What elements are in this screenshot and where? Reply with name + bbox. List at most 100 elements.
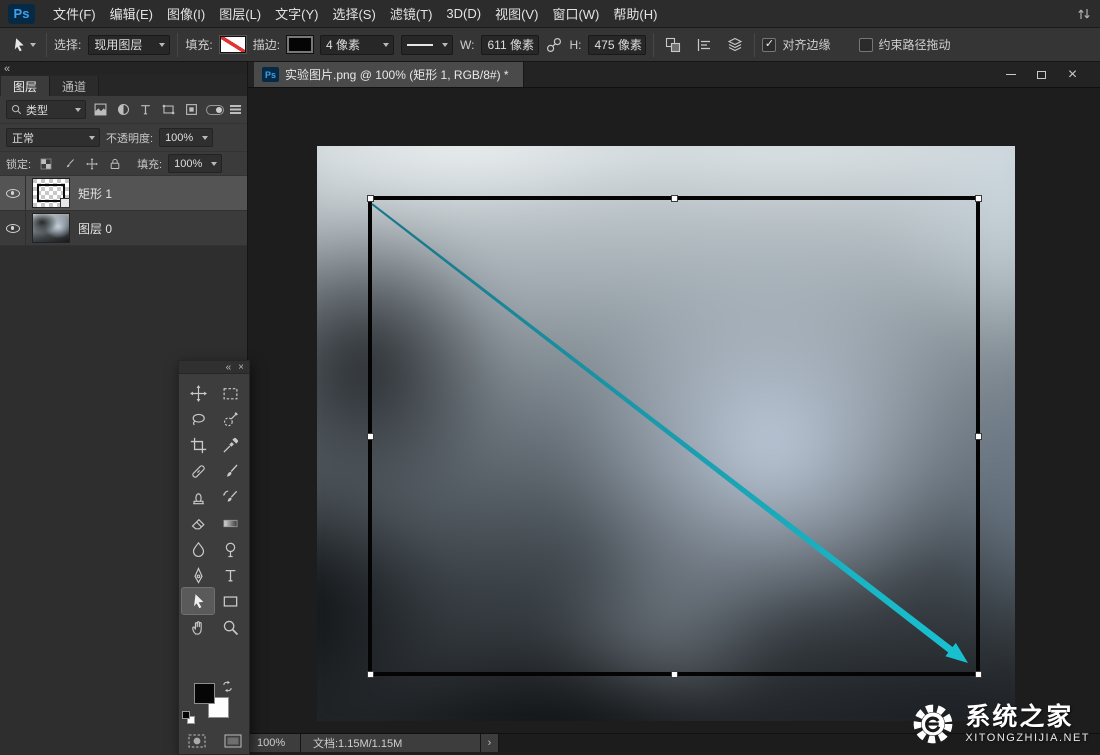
filter-shape-layers-icon[interactable] bbox=[160, 101, 177, 118]
lock-position-icon[interactable] bbox=[83, 155, 100, 172]
clone-stamp-tool[interactable] bbox=[182, 484, 214, 510]
constrain-path-checkbox[interactable] bbox=[859, 38, 873, 52]
up-down-arrows-icon[interactable] bbox=[1076, 7, 1092, 21]
hand-tool[interactable] bbox=[182, 614, 214, 640]
filter-type-layers-icon[interactable] bbox=[137, 101, 154, 118]
default-colors-icon[interactable] bbox=[182, 711, 195, 724]
stroke-color-swatch[interactable] bbox=[287, 36, 313, 53]
menu-type[interactable]: 文字(Y) bbox=[275, 4, 318, 23]
history-brush-tool[interactable] bbox=[214, 484, 246, 510]
dodge-tool[interactable] bbox=[214, 536, 246, 562]
align-edges-option[interactable]: ✓ 对齐边缘 bbox=[762, 36, 830, 53]
panel-menu-icon[interactable] bbox=[230, 105, 241, 107]
maximize-button[interactable] bbox=[1026, 64, 1057, 85]
select-mode-dropdown[interactable]: 现用图层 bbox=[88, 35, 170, 55]
gradient-tool[interactable] bbox=[214, 510, 246, 536]
pen-tool[interactable] bbox=[182, 562, 214, 588]
menu-layer[interactable]: 图层(L) bbox=[219, 4, 261, 23]
blend-mode-dropdown[interactable]: 正常 bbox=[6, 128, 100, 147]
menu-filter[interactable]: 滤镜(T) bbox=[390, 4, 433, 23]
menu-3d[interactable]: 3D(D) bbox=[446, 6, 481, 21]
transform-handle[interactable] bbox=[367, 433, 374, 440]
width-label: W: bbox=[460, 38, 474, 52]
crop-tool[interactable] bbox=[182, 432, 214, 458]
rectangle-tool[interactable] bbox=[214, 588, 246, 614]
lasso-tool[interactable] bbox=[182, 406, 214, 432]
menu-edit[interactable]: 编辑(E) bbox=[110, 4, 153, 23]
transform-handle[interactable] bbox=[671, 195, 678, 202]
close-panel-icon[interactable]: × bbox=[238, 363, 244, 372]
constrain-path-option[interactable]: 约束路径拖动 bbox=[859, 36, 951, 53]
fill-color-swatch[interactable] bbox=[220, 36, 246, 53]
fill-opacity-dropdown[interactable]: 100% bbox=[168, 154, 222, 173]
document-tab[interactable]: Ps 实验图片.png @ 100% (矩形 1, RGB/8#) * bbox=[254, 62, 524, 87]
transform-handle[interactable] bbox=[367, 671, 374, 678]
lock-transparent-pixels-icon[interactable] bbox=[37, 155, 54, 172]
path-selection-tool[interactable] bbox=[182, 588, 214, 614]
minimize-button[interactable] bbox=[995, 64, 1026, 85]
quick-mask-button[interactable] bbox=[185, 732, 209, 750]
visibility-toggle[interactable] bbox=[0, 176, 26, 210]
transform-handle[interactable] bbox=[671, 671, 678, 678]
collapse-panels-icon[interactable]: « bbox=[4, 64, 10, 74]
filter-adjustment-layers-icon[interactable] bbox=[115, 101, 132, 118]
visibility-toggle[interactable] bbox=[0, 211, 26, 245]
canvas[interactable] bbox=[317, 146, 1015, 721]
stroke-style-dropdown[interactable] bbox=[401, 35, 453, 55]
close-button[interactable]: × bbox=[1057, 64, 1088, 85]
menu-window[interactable]: 窗口(W) bbox=[552, 4, 599, 23]
menu-help[interactable]: 帮助(H) bbox=[613, 4, 657, 23]
shape-width-input[interactable]: 611 像素 bbox=[481, 35, 539, 55]
align-edges-checkbox[interactable]: ✓ bbox=[762, 38, 776, 52]
eraser-tool[interactable] bbox=[182, 510, 214, 536]
layer-thumbnail[interactable] bbox=[32, 213, 70, 243]
filter-toggle-switch[interactable] bbox=[206, 105, 224, 115]
collapse-panel-icon[interactable]: « bbox=[226, 363, 232, 372]
filter-smart-objects-icon[interactable] bbox=[183, 101, 200, 118]
spot-healing-brush-tool[interactable] bbox=[182, 458, 214, 484]
swap-colors-icon[interactable] bbox=[221, 680, 234, 693]
menu-image[interactable]: 图像(I) bbox=[167, 4, 205, 23]
link-dimensions-icon[interactable] bbox=[546, 37, 562, 53]
quick-selection-tool[interactable] bbox=[214, 406, 246, 432]
path-alignment-button[interactable] bbox=[692, 34, 716, 56]
transform-handle[interactable] bbox=[367, 195, 374, 202]
foreground-color-swatch[interactable] bbox=[194, 683, 215, 704]
type-tool[interactable] bbox=[214, 562, 246, 588]
shape-height-input[interactable]: 475 像素 bbox=[588, 35, 646, 55]
menu-view[interactable]: 视图(V) bbox=[495, 4, 538, 23]
layer-row-rectangle-1[interactable]: 矩形 1 bbox=[0, 176, 247, 211]
rectangle-shape[interactable] bbox=[368, 196, 980, 676]
layer-row-layer-0[interactable]: 图层 0 bbox=[0, 211, 247, 246]
menu-file[interactable]: 文件(F) bbox=[53, 4, 96, 23]
eyedropper-tool[interactable] bbox=[214, 432, 246, 458]
transform-handle[interactable] bbox=[975, 433, 982, 440]
blur-tool[interactable] bbox=[182, 536, 214, 562]
layer-name[interactable]: 图层 0 bbox=[78, 220, 112, 237]
canvas-area[interactable] bbox=[248, 88, 1100, 732]
lock-all-icon[interactable] bbox=[106, 155, 123, 172]
current-tool-button[interactable] bbox=[8, 35, 39, 55]
move-tool[interactable] bbox=[182, 380, 214, 406]
lock-image-pixels-icon[interactable] bbox=[60, 155, 77, 172]
height-label: H: bbox=[569, 38, 581, 52]
tab-layers[interactable]: 图层 bbox=[1, 76, 50, 96]
status-options-arrow[interactable]: › bbox=[481, 734, 499, 752]
path-arrangement-button[interactable] bbox=[723, 34, 747, 56]
menu-select[interactable]: 选择(S) bbox=[332, 4, 375, 23]
transform-handle[interactable] bbox=[975, 195, 982, 202]
layer-thumbnail[interactable] bbox=[32, 178, 70, 208]
path-operations-button[interactable] bbox=[661, 34, 685, 56]
rectangular-marquee-tool[interactable] bbox=[214, 380, 246, 406]
layer-filter-dropdown[interactable]: 类型 bbox=[6, 100, 86, 119]
stroke-width-dropdown[interactable]: 4 像素 bbox=[320, 35, 394, 55]
opacity-dropdown[interactable]: 100% bbox=[159, 128, 213, 147]
zoom-level-input[interactable]: 100% bbox=[249, 734, 301, 752]
screen-mode-button[interactable] bbox=[221, 732, 245, 750]
tab-channels[interactable]: 通道 bbox=[50, 76, 99, 96]
brush-tool[interactable] bbox=[214, 458, 246, 484]
filter-pixel-layers-icon[interactable] bbox=[92, 101, 109, 118]
transform-handle[interactable] bbox=[975, 671, 982, 678]
zoom-tool[interactable] bbox=[214, 614, 246, 640]
layer-name[interactable]: 矩形 1 bbox=[78, 185, 112, 202]
